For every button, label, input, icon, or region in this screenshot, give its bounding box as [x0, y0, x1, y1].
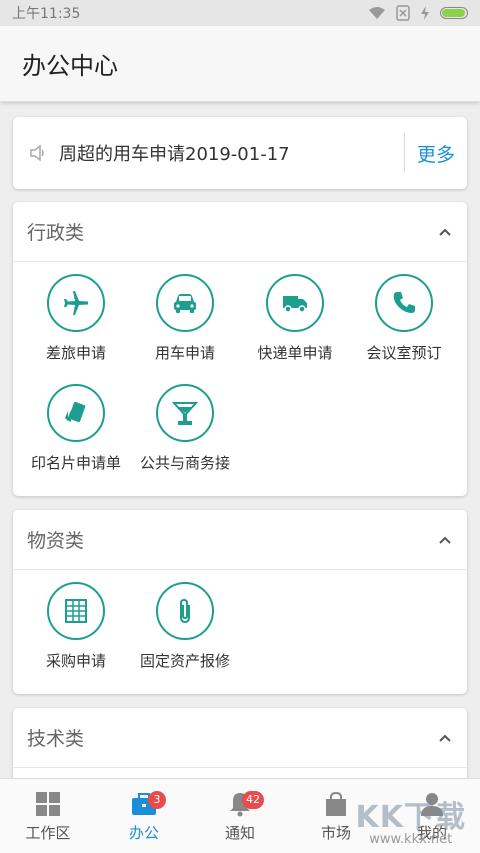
- item-label: 差旅申请: [45, 344, 106, 362]
- speaker-icon: [30, 144, 44, 162]
- watermark-url: www.kkx.net: [369, 832, 453, 847]
- car-icon: [156, 274, 214, 332]
- item-car[interactable]: 用车申请: [130, 274, 240, 363]
- section-title: 行政类: [27, 222, 85, 244]
- status-bar: 上午11:35: [0, 0, 480, 26]
- item-express[interactable]: 快递单申请: [240, 274, 350, 363]
- section-technical: 技术类: [13, 708, 467, 778]
- item-reception[interactable]: 公共与商务接: [130, 384, 240, 473]
- spreadsheet-icon: [47, 582, 105, 640]
- badge-count: 3: [148, 791, 166, 809]
- paperclip-icon: [156, 582, 214, 640]
- tab-label: 市场: [320, 823, 351, 842]
- item-travel[interactable]: 差旅申请: [21, 274, 131, 363]
- item-label: 公共与商务接: [139, 454, 230, 472]
- grid-icon: [36, 791, 60, 816]
- tab-label: 办公: [128, 823, 159, 842]
- truck-icon: [266, 274, 324, 332]
- page-title: 办公中心: [0, 26, 480, 102]
- item-label: 用车申请: [154, 344, 215, 362]
- notice-card[interactable]: 周超的用车申请2019-01-17 更多: [13, 117, 467, 189]
- more-link[interactable]: 更多: [405, 140, 467, 167]
- cards-icon: [47, 384, 105, 442]
- item-meeting[interactable]: 会议室预订: [349, 274, 459, 363]
- status-time: 上午11:35: [12, 6, 81, 22]
- watermark-brand: KK下载: [355, 800, 466, 835]
- section-supplies: 物资类 采购申请 固定资产报修: [13, 510, 467, 694]
- chevron-up-icon[interactable]: [437, 532, 453, 548]
- tab-office[interactable]: 3 办公: [96, 779, 192, 853]
- battery-icon: [440, 7, 468, 19]
- item-label: 固定资产报修: [139, 652, 230, 670]
- section-header[interactable]: 行政类: [13, 202, 467, 262]
- airplane-icon: [47, 274, 105, 332]
- cocktail-icon: [156, 384, 214, 442]
- section-title: 技术类: [27, 728, 85, 750]
- tab-workspace[interactable]: 工作区: [0, 779, 96, 853]
- section-admin: 行政类 差旅申请 用车申请 快递单申请 会议室预订 印名片申请单 公共与商务接: [13, 202, 467, 496]
- item-purchase[interactable]: 采购申请: [21, 582, 131, 671]
- watermark: KK下载 www.kkx.net: [356, 792, 467, 847]
- bag-icon: [326, 791, 346, 816]
- content-scroll[interactable]: 周超的用车申请2019-01-17 更多 行政类 差旅申请 用车申请 快递单申请: [0, 102, 480, 778]
- item-asset-repair[interactable]: 固定资产报修: [130, 582, 240, 671]
- section-header[interactable]: 技术类: [13, 708, 467, 768]
- badge-count: 42: [242, 791, 264, 809]
- tab-label: 通知: [224, 823, 255, 842]
- no-sim-icon: [396, 5, 410, 21]
- wifi-icon: [369, 7, 385, 19]
- status-icons: [368, 5, 468, 21]
- item-label: 采购申请: [45, 652, 106, 670]
- item-business-card[interactable]: 印名片申请单: [21, 384, 131, 473]
- item-label: 印名片申请单: [30, 454, 121, 472]
- chevron-up-icon[interactable]: [437, 730, 453, 746]
- charging-icon: [421, 6, 429, 20]
- phone-icon: [375, 274, 433, 332]
- section-header[interactable]: 物资类: [13, 510, 467, 570]
- item-label: 会议室预订: [366, 344, 442, 362]
- chevron-up-icon[interactable]: [437, 224, 453, 240]
- tab-notice[interactable]: 42 通知: [192, 779, 288, 853]
- section-title: 物资类: [27, 530, 85, 552]
- item-label: 快递单申请: [257, 344, 333, 362]
- notice-text[interactable]: 周超的用车申请2019-01-17: [47, 140, 404, 166]
- tab-label: 工作区: [25, 823, 71, 842]
